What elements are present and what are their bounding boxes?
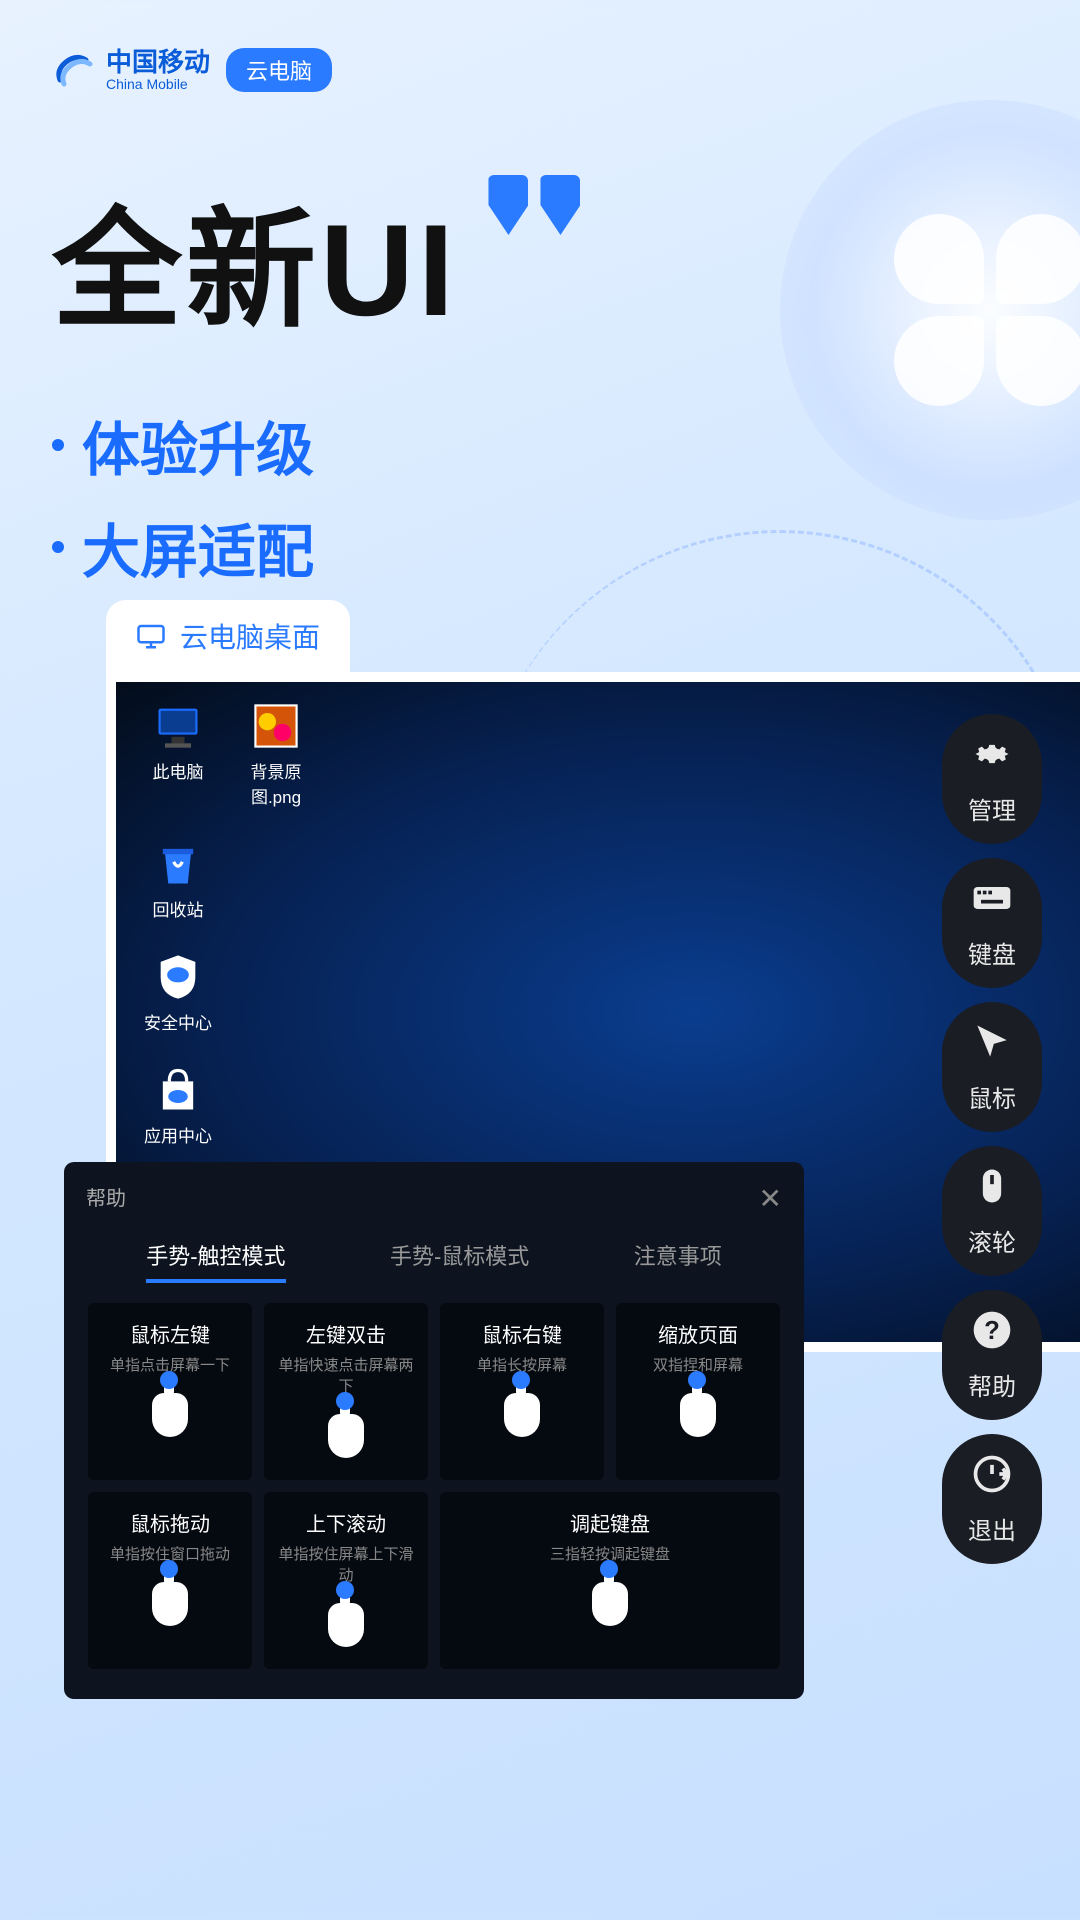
desktop-icon-shield[interactable]: 安全中心 bbox=[134, 951, 222, 1034]
help-panel: 帮助 ✕ 手势-触控模式 手势-鼠标模式 注意事项 鼠标左键单指点击屏幕一下左键双击… bbox=[64, 1162, 804, 1699]
cursor-icon bbox=[970, 1020, 1014, 1071]
gear-icon bbox=[970, 732, 1014, 783]
gesture-card: 鼠标拖动单指按住窗口拖动 bbox=[88, 1492, 252, 1669]
rail-exit-button[interactable]: 退出 bbox=[942, 1434, 1042, 1564]
rail-mouse-button[interactable]: 滚轮 bbox=[942, 1146, 1042, 1276]
clover-icon bbox=[894, 214, 1080, 406]
gesture-hand-icon bbox=[98, 1387, 242, 1443]
control-rail: 管理键盘鼠标滚轮 ?帮助退出 bbox=[942, 714, 1042, 1564]
quote-icon bbox=[482, 175, 586, 240]
help-tab[interactable]: 手势-触控模式 bbox=[146, 1239, 285, 1283]
hero-section: 全新UI 体验升级 大屏适配 bbox=[52, 165, 586, 607]
gesture-card: 鼠标左键单指点击屏幕一下 bbox=[88, 1303, 252, 1480]
hero-bullet: 大屏适配 bbox=[52, 505, 586, 589]
gesture-hand-icon bbox=[626, 1387, 770, 1443]
gesture-hand-icon bbox=[450, 1576, 770, 1632]
rail-help-button[interactable]: ?帮助 bbox=[942, 1290, 1042, 1420]
gesture-card: 鼠标右键单指长按屏幕 bbox=[440, 1303, 604, 1480]
pc-icon bbox=[152, 700, 204, 752]
help-tab[interactable]: 手势-鼠标模式 bbox=[390, 1239, 529, 1283]
help-title: 帮助 bbox=[86, 1182, 126, 1215]
gesture-hand-icon bbox=[450, 1387, 594, 1443]
brand-name-cn: 中国移动 bbox=[106, 48, 210, 77]
image-icon bbox=[250, 700, 302, 752]
close-icon[interactable]: ✕ bbox=[759, 1182, 782, 1215]
gesture-card: 左键双击单指快速点击屏幕两下 bbox=[264, 1303, 428, 1480]
rail-cursor-button[interactable]: 鼠标 bbox=[942, 1002, 1042, 1132]
help-tab[interactable]: 注意事项 bbox=[634, 1239, 722, 1283]
monitor-icon bbox=[136, 621, 166, 651]
decorative-circle bbox=[780, 100, 1080, 520]
bin-icon bbox=[152, 838, 204, 890]
help-icon: ? bbox=[970, 1308, 1014, 1359]
china-mobile-logo: 中国移动 China Mobile bbox=[52, 48, 210, 92]
desktop-icon-bin[interactable]: 回收站 bbox=[134, 838, 222, 921]
mouse-icon bbox=[970, 1164, 1014, 1215]
rail-keyboard-button[interactable]: 键盘 bbox=[942, 858, 1042, 988]
gesture-hand-icon bbox=[274, 1408, 418, 1464]
gesture-card: 缩放页面双指捏和屏幕 bbox=[616, 1303, 780, 1480]
hero-title: 全新UI bbox=[52, 165, 458, 353]
gesture-hand-icon bbox=[98, 1576, 242, 1632]
gesture-card: 调起键盘三指轻按调起键盘 bbox=[440, 1492, 780, 1669]
product-badge: 云电脑 bbox=[226, 48, 332, 92]
brand-name-en: China Mobile bbox=[106, 77, 210, 92]
desktop-icon-image[interactable]: 背景原图.png bbox=[232, 700, 320, 808]
store-icon bbox=[152, 1064, 204, 1116]
rail-gear-button[interactable]: 管理 bbox=[942, 714, 1042, 844]
keyboard-icon bbox=[970, 876, 1014, 927]
desktop-tab[interactable]: 云电脑桌面 bbox=[106, 600, 350, 672]
desktop-tab-label: 云电脑桌面 bbox=[180, 616, 320, 656]
shield-icon bbox=[152, 951, 204, 1003]
exit-icon bbox=[970, 1452, 1014, 1503]
gesture-card: 上下滚动单指按住屏幕上下滑动 bbox=[264, 1492, 428, 1669]
desktop-icon-store[interactable]: 应用中心 bbox=[134, 1064, 222, 1147]
gesture-hand-icon bbox=[274, 1597, 418, 1653]
svg-text:?: ? bbox=[984, 1317, 1000, 1345]
brand-header: 中国移动 China Mobile 云电脑 bbox=[52, 48, 332, 92]
china-mobile-logo-icon bbox=[52, 48, 96, 92]
hero-bullet: 体验升级 bbox=[52, 403, 586, 487]
desktop-icon-pc[interactable]: 此电脑 bbox=[134, 700, 222, 808]
